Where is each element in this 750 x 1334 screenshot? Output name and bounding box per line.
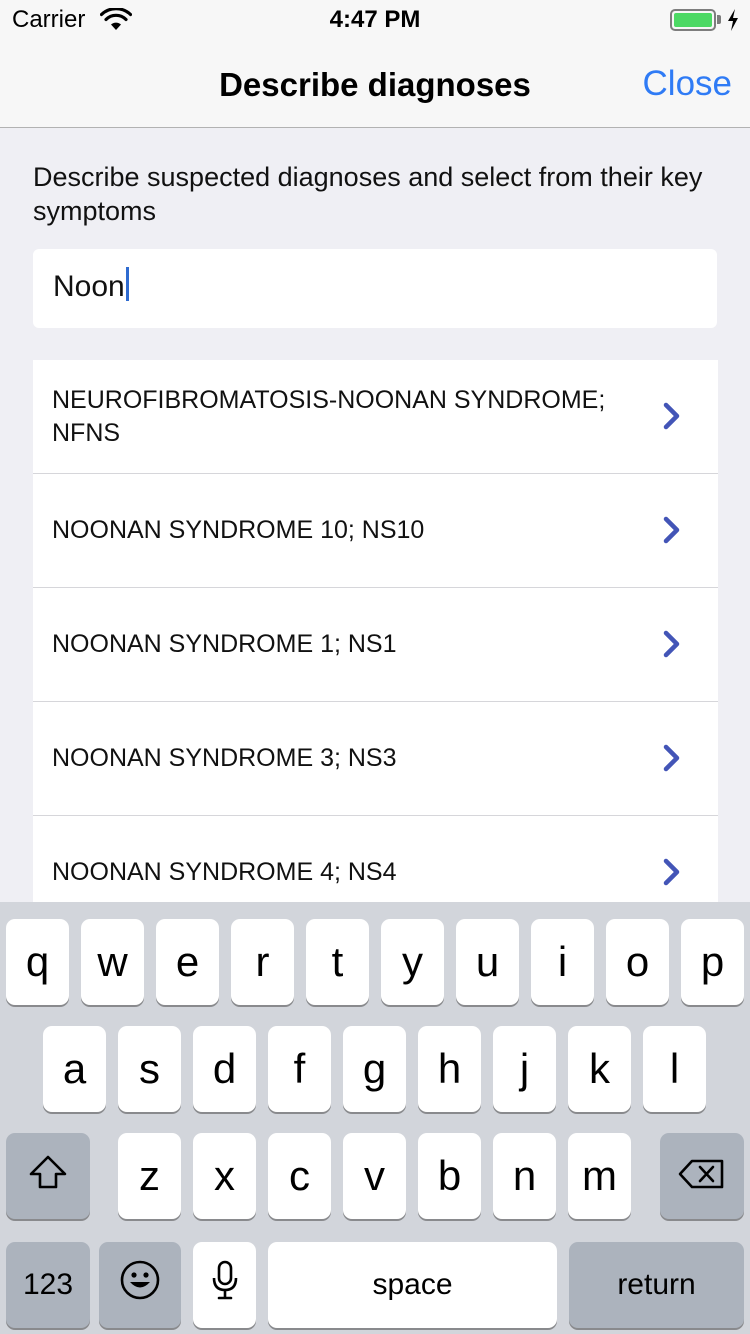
key-g[interactable]: g: [343, 1026, 406, 1112]
list-item[interactable]: NEUROFIBROMATOSIS-NOONAN SYNDROME; NFNS: [33, 360, 718, 474]
key-v[interactable]: v: [343, 1133, 406, 1219]
list-item[interactable]: NOONAN SYNDROME 4; NS4: [33, 816, 718, 902]
chevron-right-icon: [663, 630, 681, 663]
instructions-text: Describe suspected diagnoses and select …: [33, 162, 703, 226]
key-f[interactable]: f: [268, 1026, 331, 1112]
status-time: 4:47 PM: [329, 6, 421, 33]
numbers-key[interactable]: 123: [6, 1242, 90, 1328]
list-item[interactable]: NOONAN SYNDROME 3; NS3: [33, 702, 718, 816]
key-l[interactable]: l: [643, 1026, 706, 1112]
search-input-value: Noon: [53, 270, 125, 303]
chevron-right-icon: [663, 516, 681, 549]
key-p[interactable]: p: [681, 919, 744, 1005]
search-input[interactable]: Noon: [53, 267, 129, 304]
key-t[interactable]: t: [306, 919, 369, 1005]
chevron-right-icon: [663, 402, 681, 435]
close-button[interactable]: Close: [643, 64, 732, 104]
page-title: Describe diagnoses: [219, 66, 531, 103]
key-d[interactable]: d: [193, 1026, 256, 1112]
backspace-icon: [678, 1152, 726, 1200]
key-e[interactable]: e: [156, 919, 219, 1005]
list-item-label: NEUROFIBROMATOSIS-NOONAN SYNDROME; NFNS: [52, 385, 606, 447]
list-item[interactable]: NOONAN SYNDROME 10; NS10: [33, 474, 718, 588]
key-x[interactable]: x: [193, 1133, 256, 1219]
list-item-label: NOONAN SYNDROME 10; NS10: [52, 516, 425, 544]
results-list: NEUROFIBROMATOSIS-NOONAN SYNDROME; NFNS …: [33, 360, 718, 902]
navigation-bar: Describe diagnoses Close: [0, 40, 750, 128]
battery-icon: [670, 9, 716, 31]
battery-cap: [717, 15, 721, 24]
microphone-icon: [211, 1259, 239, 1311]
key-o[interactable]: o: [606, 919, 669, 1005]
key-h[interactable]: h: [418, 1026, 481, 1112]
key-q[interactable]: q: [6, 919, 69, 1005]
key-a[interactable]: a: [43, 1026, 106, 1112]
key-b[interactable]: b: [418, 1133, 481, 1219]
key-s[interactable]: s: [118, 1026, 181, 1112]
shift-key[interactable]: [6, 1133, 90, 1219]
space-key[interactable]: space: [268, 1242, 557, 1328]
key-r[interactable]: r: [231, 919, 294, 1005]
key-y[interactable]: y: [381, 919, 444, 1005]
key-z[interactable]: z: [118, 1133, 181, 1219]
charging-bolt-icon: [726, 8, 740, 37]
key-u[interactable]: u: [456, 919, 519, 1005]
keyboard: q w e r t y u i o p a s d f g h j k l z …: [0, 902, 750, 1334]
return-key[interactable]: return: [569, 1242, 744, 1328]
key-j[interactable]: j: [493, 1026, 556, 1112]
chevron-right-icon: [663, 858, 681, 891]
shift-icon: [28, 1152, 68, 1200]
key-m[interactable]: m: [568, 1133, 631, 1219]
status-bar: Carrier 4:47 PM: [0, 0, 750, 40]
list-item-label: NOONAN SYNDROME 1; NS1: [52, 630, 397, 658]
key-w[interactable]: w: [81, 919, 144, 1005]
key-c[interactable]: c: [268, 1133, 331, 1219]
key-n[interactable]: n: [493, 1133, 556, 1219]
emoji-icon: [119, 1259, 161, 1311]
backspace-key[interactable]: [660, 1133, 744, 1219]
chevron-right-icon: [663, 744, 681, 777]
key-k[interactable]: k: [568, 1026, 631, 1112]
list-item-label: NOONAN SYNDROME 3; NS3: [52, 744, 397, 772]
battery-level-fill: [674, 13, 712, 27]
diagnosis-search-field[interactable]: Noon: [33, 249, 717, 328]
key-i[interactable]: i: [531, 919, 594, 1005]
text-cursor: [125, 267, 129, 301]
emoji-key[interactable]: [99, 1242, 181, 1328]
list-item[interactable]: NOONAN SYNDROME 1; NS1: [33, 588, 718, 702]
dictation-key[interactable]: [193, 1242, 256, 1328]
list-item-label: NOONAN SYNDROME 4; NS4: [52, 858, 397, 886]
